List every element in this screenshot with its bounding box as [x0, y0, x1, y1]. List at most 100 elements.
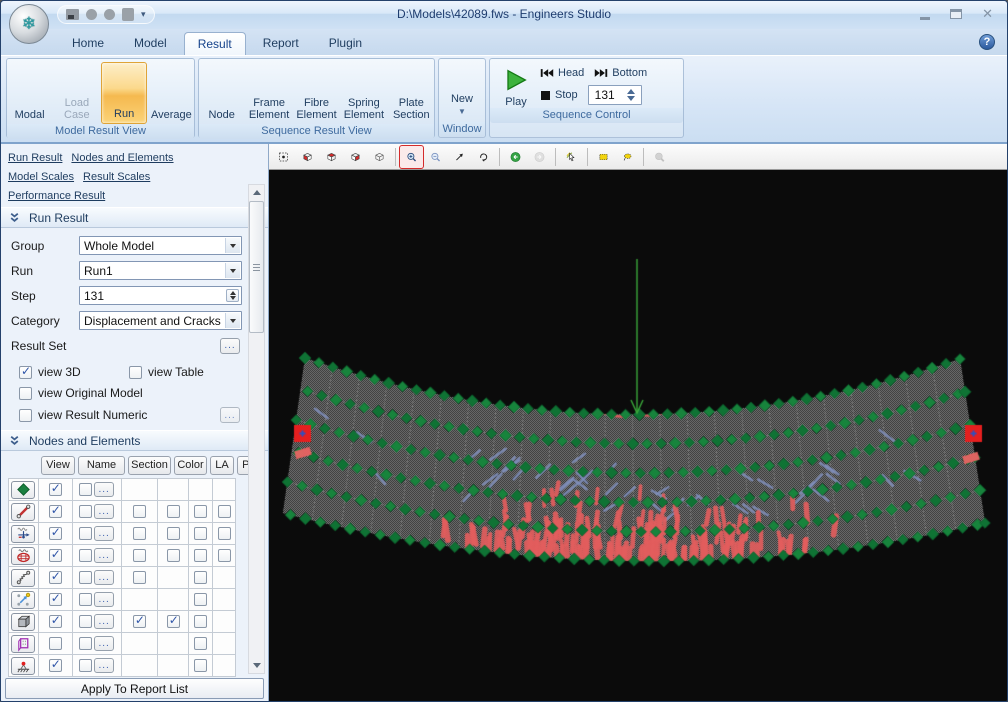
- column-button-la[interactable]: LA: [210, 456, 234, 475]
- checkbox[interactable]: [194, 593, 208, 606]
- checkbox[interactable]: [79, 527, 93, 540]
- view-wireframe-icon[interactable]: [368, 146, 391, 168]
- checkbox-checked[interactable]: [48, 613, 62, 628]
- check-view-result-numeric[interactable]: view Result Numeric: [19, 408, 147, 422]
- ribbon-button-spring-element[interactable]: Spring Element: [341, 62, 386, 124]
- name-browse-button[interactable]: ...: [94, 504, 114, 519]
- model-3d-view[interactable]: [269, 170, 1007, 701]
- select-rect-icon[interactable]: [592, 146, 615, 168]
- bottom-button[interactable]: Bottom: [594, 67, 647, 79]
- panel-link-model-scales[interactable]: Model Scales: [8, 171, 74, 183]
- qat-dropdown-icon[interactable]: ▾: [141, 10, 146, 19]
- scroll-down-icon[interactable]: [249, 658, 264, 673]
- checkbox[interactable]: [79, 571, 93, 584]
- zoom-out-icon[interactable]: [424, 146, 447, 168]
- checkbox[interactable]: [79, 549, 93, 562]
- checkbox[interactable]: [132, 505, 146, 518]
- checkbox[interactable]: [217, 549, 231, 562]
- checkbox-checked[interactable]: [48, 503, 62, 518]
- dropdown-arrow-icon[interactable]: [225, 238, 240, 253]
- redo-icon[interactable]: [104, 9, 115, 20]
- checkbox[interactable]: [217, 527, 231, 540]
- checkbox-checked[interactable]: [48, 481, 62, 496]
- checkbox-checked[interactable]: [166, 613, 180, 628]
- element-type-button[interactable]: [11, 656, 36, 675]
- result-numeric-browse-button[interactable]: ...: [220, 407, 240, 423]
- element-type-button[interactable]: [11, 546, 36, 565]
- run-dropdown[interactable]: Run1: [79, 261, 242, 280]
- checkbox-checked[interactable]: [132, 613, 146, 628]
- view-back-icon[interactable]: [504, 146, 527, 168]
- tab-model[interactable]: Model: [121, 32, 180, 55]
- column-button-section[interactable]: Section: [128, 456, 171, 475]
- tab-result[interactable]: Result: [183, 32, 246, 55]
- rotate-icon[interactable]: [472, 146, 495, 168]
- check-view-3d[interactable]: view 3D: [19, 364, 129, 379]
- stop-button[interactable]: Stop: [540, 89, 578, 101]
- ribbon-button-modal[interactable]: Modal: [7, 62, 52, 124]
- select-lasso-icon[interactable]: [616, 146, 639, 168]
- checkbox-checked[interactable]: [48, 547, 62, 562]
- checkbox[interactable]: [194, 571, 208, 584]
- name-browse-button[interactable]: ...: [94, 636, 114, 651]
- view-cube-left-icon[interactable]: [296, 146, 319, 168]
- spinner-arrows-icon[interactable]: [226, 289, 239, 302]
- checkbox[interactable]: [19, 386, 32, 400]
- dropdown-arrow-icon[interactable]: [225, 313, 240, 328]
- name-browse-button[interactable]: ...: [94, 482, 114, 497]
- head-button[interactable]: Head: [540, 67, 584, 79]
- checkbox[interactable]: [79, 659, 93, 672]
- checkbox[interactable]: [129, 365, 142, 379]
- step-spinner[interactable]: 131: [587, 85, 642, 105]
- checkbox[interactable]: [79, 637, 93, 650]
- panel-link-run-result[interactable]: Run Result: [8, 152, 62, 164]
- ribbon-button-node[interactable]: Node: [199, 62, 244, 124]
- checkbox[interactable]: [217, 505, 231, 518]
- print-icon[interactable]: [122, 8, 134, 21]
- spinner-arrows-icon[interactable]: [626, 87, 639, 103]
- checkbox[interactable]: [194, 637, 208, 650]
- section-header-nodes-elements[interactable]: Nodes and Elements: [1, 430, 268, 451]
- panel-link-performance-result[interactable]: Performance Result: [8, 190, 105, 202]
- ribbon-button-average[interactable]: Average: [149, 62, 194, 124]
- scrollbar-thumb[interactable]: [249, 201, 264, 333]
- panel-link-nodes-and-elements[interactable]: Nodes and Elements: [71, 152, 173, 164]
- play-button[interactable]: Play: [504, 65, 528, 108]
- checkbox[interactable]: [194, 549, 208, 562]
- checkbox-checked[interactable]: [19, 364, 32, 379]
- minimize-button[interactable]: [920, 16, 931, 20]
- checkbox[interactable]: [166, 505, 180, 518]
- zoom-select-icon[interactable]: [648, 146, 671, 168]
- checkbox[interactable]: [194, 615, 208, 628]
- element-type-button[interactable]: [11, 590, 36, 609]
- app-menu-button[interactable]: ❄: [9, 4, 49, 44]
- checkbox[interactable]: [194, 505, 208, 518]
- group-dropdown[interactable]: Whole Model: [79, 236, 242, 255]
- maximize-button[interactable]: [950, 9, 963, 19]
- undo-icon[interactable]: [86, 9, 97, 20]
- dropdown-arrow-icon[interactable]: [225, 263, 240, 278]
- checkbox[interactable]: [48, 637, 62, 650]
- view-cube-front-icon[interactable]: [344, 146, 367, 168]
- ribbon-button-run[interactable]: Run: [101, 62, 147, 124]
- view-cube-top-icon[interactable]: [320, 146, 343, 168]
- name-browse-button[interactable]: ...: [94, 614, 114, 629]
- tab-report[interactable]: Report: [250, 32, 312, 55]
- element-type-button[interactable]: [11, 634, 36, 653]
- tab-home[interactable]: Home: [59, 32, 117, 55]
- check-view-table[interactable]: view Table: [129, 365, 204, 379]
- help-button[interactable]: ?: [979, 34, 995, 50]
- zoom-in-icon[interactable]: [400, 145, 423, 168]
- apply-to-report-list-button[interactable]: Apply To Report List: [5, 678, 264, 699]
- column-button-name[interactable]: Name: [78, 456, 125, 475]
- ribbon-button-load-case[interactable]: Load Case: [54, 62, 99, 124]
- element-type-button[interactable]: [11, 524, 36, 543]
- name-browse-button[interactable]: ...: [94, 548, 114, 563]
- column-button-view[interactable]: View: [41, 456, 75, 475]
- checkbox-checked[interactable]: [48, 657, 62, 672]
- ribbon-button-fibre-element[interactable]: Fibre Element: [294, 62, 339, 124]
- checkbox[interactable]: [132, 571, 146, 584]
- element-type-button[interactable]: [11, 480, 36, 499]
- category-dropdown[interactable]: Displacement and Cracks: [79, 311, 242, 330]
- element-type-button[interactable]: [11, 502, 36, 521]
